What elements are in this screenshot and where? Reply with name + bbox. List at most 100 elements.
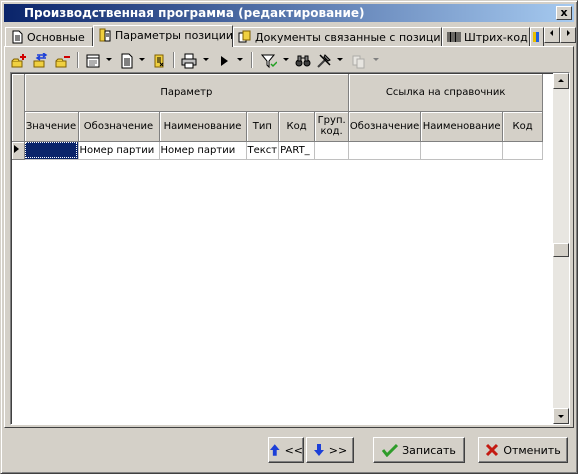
tab-strip: Основные Параметры позиции Документы свя… xyxy=(4,25,576,47)
export-button[interactable] xyxy=(149,51,169,70)
column-header-value[interactable]: Значение xyxy=(24,111,79,142)
delete-row-icon xyxy=(55,55,70,67)
tab-position-parameters[interactable]: Параметры позиции xyxy=(93,25,233,47)
play-dropdown-arrow[interactable] xyxy=(237,58,243,61)
document-icon xyxy=(10,30,24,44)
tab-barcode[interactable]: Штрих-код xyxy=(442,27,530,46)
add-row-icon xyxy=(11,53,26,67)
tab-label: Штрих-код xyxy=(464,31,528,44)
filter-dropdown-arrow[interactable] xyxy=(283,58,289,61)
column-header-group-code[interactable]: Груп. код. xyxy=(314,111,350,142)
cell-value[interactable] xyxy=(24,141,79,160)
arrow-up-icon xyxy=(269,444,280,456)
column-header-designation[interactable]: Обозначение xyxy=(78,111,160,142)
dialog-window: Производственная программа (редактирован… xyxy=(0,0,578,474)
chevron-left-icon xyxy=(550,30,553,36)
copy-icon xyxy=(352,55,365,68)
window-title: Производственная программа (редактирован… xyxy=(24,6,365,20)
save-label: Записать xyxy=(402,443,456,457)
tools-icon xyxy=(317,53,331,68)
cell-group-code[interactable] xyxy=(314,141,350,160)
column-header-type[interactable]: Тип xyxy=(246,111,280,142)
scroll-down-button[interactable] xyxy=(553,408,569,424)
barcode-icon xyxy=(447,30,461,44)
column-header-ref-code[interactable]: Код xyxy=(502,111,544,142)
cross-icon xyxy=(486,443,499,457)
tools-button[interactable] xyxy=(314,51,334,70)
print-dropdown-arrow[interactable] xyxy=(203,58,209,61)
parameters-table: Параметр Ссылка на справочник Значение О… xyxy=(12,74,544,160)
close-icon: x xyxy=(560,6,568,19)
scroll-up-button[interactable] xyxy=(553,73,569,89)
documents-icon xyxy=(238,30,252,44)
document-dropdown-arrow[interactable] xyxy=(139,58,145,61)
cell-ref-name[interactable] xyxy=(420,141,504,160)
find-button[interactable] xyxy=(293,51,313,70)
close-button[interactable]: x xyxy=(556,6,572,20)
filter-button[interactable] xyxy=(259,51,279,70)
column-header-code[interactable]: Код xyxy=(278,111,316,142)
tab-label: Документы связанные с позицией xyxy=(255,31,442,44)
cancel-label: Отменить xyxy=(503,443,561,457)
add-row-button[interactable] xyxy=(9,51,29,70)
replace-button[interactable] xyxy=(31,51,51,70)
toolbar xyxy=(7,49,567,71)
document-button[interactable] xyxy=(117,51,137,70)
chevron-up-icon xyxy=(558,79,564,82)
form-icon xyxy=(86,54,100,67)
tab-label: Параметры позиции xyxy=(115,29,233,42)
move-up-button[interactable]: << xyxy=(268,437,304,463)
cancel-button[interactable]: Отменить xyxy=(478,437,568,463)
parameters-grid[interactable]: Параметр Ссылка на справочник Значение О… xyxy=(10,72,570,425)
document-icon xyxy=(121,53,133,68)
checkmark-icon xyxy=(382,443,399,457)
tab-overflow[interactable] xyxy=(530,27,544,46)
play-button[interactable] xyxy=(214,51,234,70)
current-row-icon xyxy=(14,144,19,153)
copy-button[interactable] xyxy=(349,51,369,70)
delete-row-button[interactable] xyxy=(53,51,73,70)
tab-label: Основные xyxy=(27,31,85,44)
move-up-label: << xyxy=(284,443,303,457)
toolbar-separator xyxy=(173,52,175,68)
tab-linked-documents[interactable]: Документы связанные с позицией xyxy=(233,27,442,46)
scroll-thumb[interactable] xyxy=(553,243,569,257)
filter-icon xyxy=(261,54,277,68)
toolbar-separator xyxy=(251,52,253,68)
row-indicator[interactable] xyxy=(12,141,25,160)
table-row[interactable]: Номер партии Номер партии Текст PART_ xyxy=(12,141,544,160)
cell-type[interactable]: Текст xyxy=(246,141,280,160)
tools-dropdown-arrow[interactable] xyxy=(337,58,343,61)
cell-designation[interactable]: Номер партии xyxy=(78,141,160,160)
arrow-down-icon xyxy=(313,444,324,456)
vertical-scrollbar[interactable] xyxy=(553,73,569,424)
print-icon xyxy=(181,53,197,68)
parameters-icon xyxy=(98,28,112,42)
parameter-group-header: Параметр xyxy=(24,74,350,112)
tab-scroll-left-button[interactable] xyxy=(544,27,560,43)
form-button[interactable] xyxy=(83,51,103,70)
cell-ref-code[interactable] xyxy=(502,141,544,160)
cell-name[interactable]: Номер партии xyxy=(159,141,247,160)
chevron-down-icon xyxy=(558,415,564,418)
play-icon xyxy=(221,55,228,66)
tab-main[interactable]: Основные xyxy=(5,27,93,46)
form-dropdown-arrow[interactable] xyxy=(106,58,112,61)
cell-code[interactable]: PART_ xyxy=(278,141,316,160)
column-header-ref-name[interactable]: Наименование xyxy=(420,111,504,142)
move-down-button[interactable]: >> xyxy=(306,437,354,463)
toolbar-separator xyxy=(77,52,79,68)
replace-icon xyxy=(33,52,48,67)
column-header-name[interactable]: Наименование xyxy=(159,111,247,142)
copy-dropdown-arrow[interactable] xyxy=(373,58,379,61)
title-bar: Производственная программа (редактирован… xyxy=(4,4,574,22)
find-icon xyxy=(295,55,311,66)
row-indicator-header xyxy=(12,74,25,142)
print-button[interactable] xyxy=(179,51,199,70)
column-header-ref-designation[interactable]: Обозначение xyxy=(348,111,422,142)
cell-ref-designation[interactable] xyxy=(348,141,422,160)
tab-scroll-right-button[interactable] xyxy=(560,27,576,43)
colorbar-icon xyxy=(532,32,542,46)
move-down-label: >> xyxy=(328,443,348,457)
save-button[interactable]: Записать xyxy=(373,437,465,463)
